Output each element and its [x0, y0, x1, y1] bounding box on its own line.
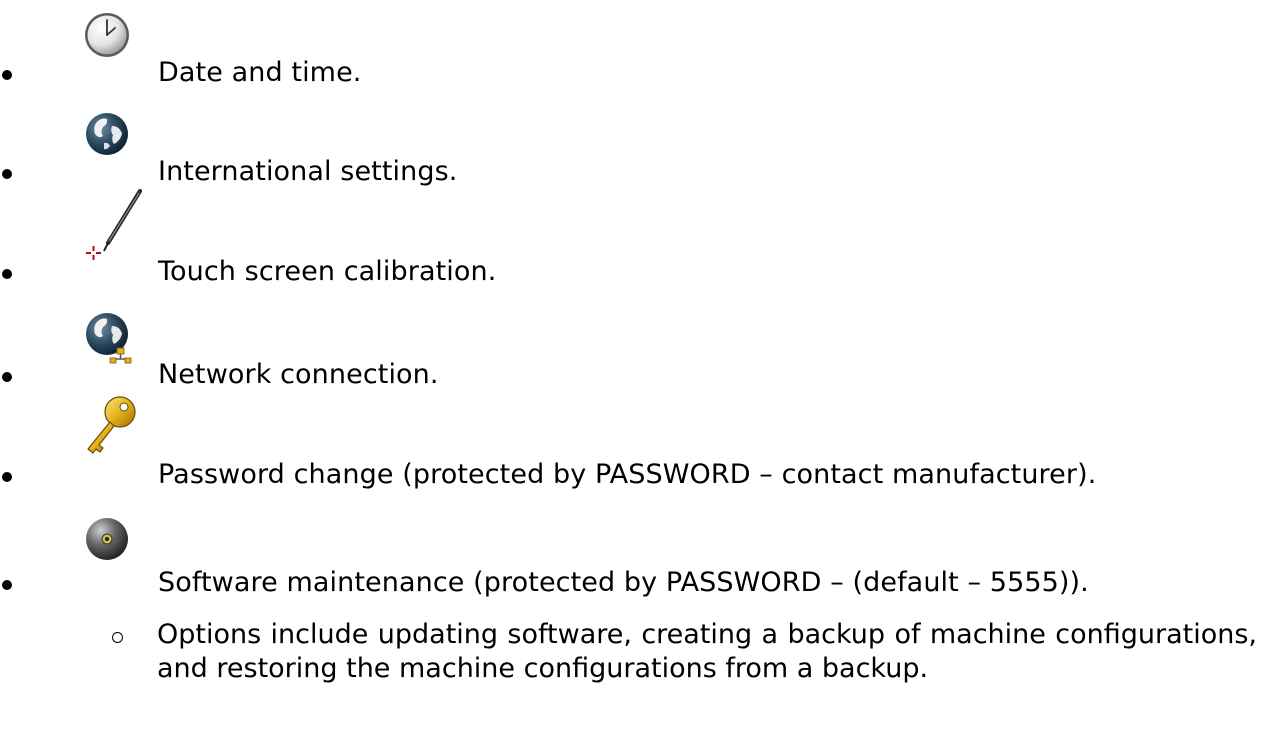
- stylus-icon: [76, 187, 148, 262]
- item-label: Password change (protected by PASSWORD –…: [158, 459, 1097, 490]
- item-label: Software maintenance (protected by PASSW…: [158, 567, 1089, 598]
- bullet: [2, 372, 12, 382]
- sub-item-label: Options include updating software, creat…: [157, 619, 1257, 684]
- disc-icon: [82, 514, 132, 564]
- bullet: [2, 580, 12, 590]
- sub-bullet: [112, 632, 123, 643]
- item-label: Touch screen calibration.: [158, 256, 497, 287]
- globe-icon: [82, 109, 132, 159]
- list-item-network: Network connection.: [0, 290, 1270, 390]
- network-globe-icon: [82, 310, 152, 370]
- item-label: Network connection.: [158, 359, 439, 390]
- item-label: International settings.: [158, 156, 458, 187]
- item-label: Date and time.: [158, 57, 362, 88]
- bullet: [2, 70, 12, 80]
- settings-list: Date and time. International settings. T…: [0, 0, 1270, 754]
- bullet: [2, 169, 12, 179]
- list-item-software-maintenance: Software maintenance (protected by PASSW…: [0, 488, 1270, 598]
- list-item-password: Password change (protected by PASSWORD –…: [0, 393, 1270, 490]
- list-item-international: International settings.: [0, 99, 1270, 189]
- key-icon: [82, 393, 142, 458]
- bullet: [2, 472, 12, 482]
- list-item-touch-calibration: Touch screen calibration.: [0, 187, 1270, 287]
- list-item-date-time: Date and time.: [0, 0, 1270, 90]
- clock-icon: [82, 10, 132, 60]
- bullet: [2, 269, 12, 279]
